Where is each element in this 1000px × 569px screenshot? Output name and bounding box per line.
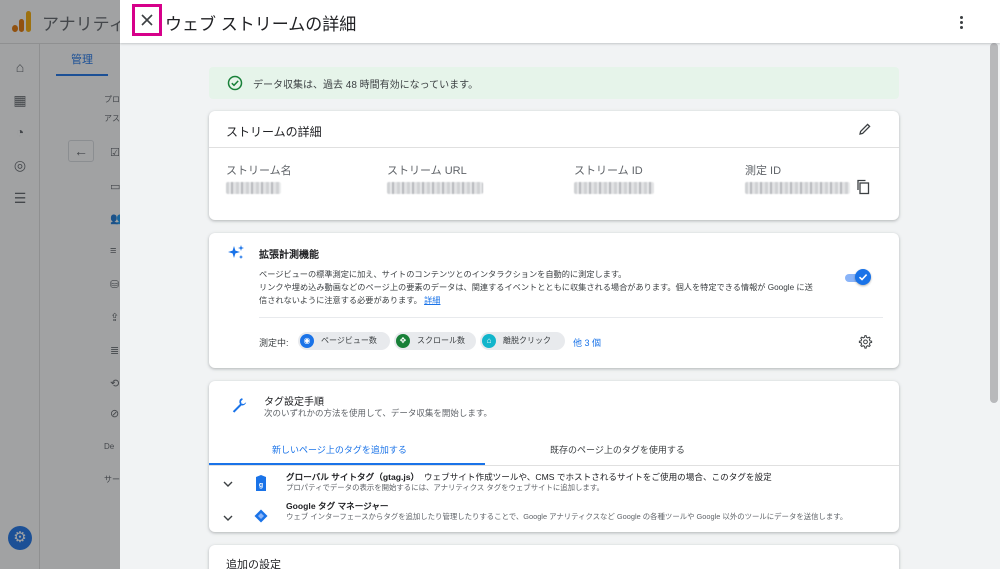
active-tab-indicator — [209, 463, 485, 465]
check-icon — [858, 274, 868, 281]
wrench-icon — [232, 398, 247, 413]
tab-add-new-tag[interactable]: 新しいページ上のタグを追加する — [272, 443, 407, 456]
additional-settings-card: 追加の設定 — [209, 545, 899, 569]
chip-outbound-clicks: ⌂ 離脱クリック — [480, 332, 565, 350]
stream-name-value-redacted — [226, 182, 281, 194]
divider — [209, 147, 899, 148]
scrollbar[interactable] — [990, 43, 998, 403]
option-description: プロパティでデータの表示を開始するには、アナリティクス タグをウェブサイトに追加… — [286, 483, 604, 492]
check-circle-icon — [227, 75, 243, 91]
option-title-bold: Google タグ マネージャー — [286, 501, 389, 511]
stream-url-value-redacted — [387, 182, 483, 194]
eye-icon: ◉ — [300, 334, 314, 348]
crosshair-icon: ✥ — [396, 334, 410, 348]
stream-details-card: ストリームの詳細 ストリーム名 ストリーム URL ストリーム ID 測定 ID — [209, 111, 899, 220]
edit-pencil-icon[interactable] — [858, 122, 872, 136]
banner-text: データ収集は、過去 48 時間有効になっています。 — [253, 80, 479, 91]
measurement-id-value-redacted — [745, 182, 850, 194]
stream-url-label: ストリーム URL — [387, 165, 467, 177]
more-events-link[interactable]: 他 3 個 — [573, 336, 601, 349]
option-google-tag-manager[interactable]: Google タグ マネージャー ウェブ インターフェースからタグを追加したり管… — [209, 499, 899, 529]
chip-label: スクロール数 — [417, 336, 465, 345]
details-link[interactable]: 詳細 — [424, 296, 440, 305]
gtag-icon: g — [256, 475, 266, 491]
svg-text:g: g — [259, 482, 263, 489]
panel-header: ウェブ ストリームの詳細 — [120, 0, 1000, 43]
close-button[interactable] — [132, 4, 162, 36]
option-gtag[interactable]: g グローバル サイトタグ（gtag.js） ウェブサイト作成ツールや、CMS … — [209, 470, 899, 500]
stream-details-title: ストリームの詳細 — [226, 125, 322, 139]
option-title-suffix: ウェブサイト作成ツールや、CMS でホストされるサイトをご使用の場合、このタグを… — [423, 472, 772, 482]
data-collection-banner: データ収集は、過去 48 時間有効になっています。 — [209, 67, 899, 99]
panel-title: ウェブ ストリームの詳細 — [165, 15, 357, 34]
option-description: ウェブ インターフェースからタグを追加したり管理したりすることで、Google … — [286, 512, 848, 521]
tab-use-existing-tag[interactable]: 既存のページ上のタグを使用する — [550, 443, 685, 456]
enhanced-measurement-card: 拡張計測機能 ページビューの標準測定に加え、サイトのコンテンツとのインタラクショ… — [209, 233, 899, 368]
toggle-knob — [855, 269, 871, 285]
measuring-label: 測定中: — [259, 338, 289, 348]
copy-icon[interactable] — [856, 179, 870, 195]
more-options-icon[interactable] — [952, 12, 970, 32]
close-icon — [141, 14, 153, 26]
tag-manager-icon — [254, 509, 268, 523]
divider — [209, 465, 899, 466]
description-line: ページビューの標準測定に加え、サイトのコンテンツとのインタラクションを自動的に測… — [259, 270, 627, 279]
chevron-down-icon[interactable] — [223, 480, 233, 488]
description-line: 信されないように注意する必要があります。 — [259, 296, 422, 305]
sparkle-icon — [228, 245, 244, 259]
description-line-wrap: 信されないように注意する必要があります。 詳細 — [259, 294, 819, 307]
mouse-icon: ⌂ — [482, 334, 496, 348]
chip-scrolls: ✥ スクロール数 — [394, 332, 476, 350]
option-title-bold: グローバル サイトタグ（gtag.js） — [286, 472, 420, 482]
tagging-title: タグ設定手順 — [264, 397, 324, 408]
stream-name-label: ストリーム名 — [226, 165, 292, 177]
gear-icon[interactable] — [858, 334, 873, 349]
modal-backdrop[interactable] — [0, 0, 120, 569]
option-title: グローバル サイトタグ（gtag.js） ウェブサイト作成ツールや、CMS でホ… — [286, 471, 772, 483]
description-line: リンクや埋め込み動画などのページ上の要素のデータは、関連するイベントとともに収集… — [259, 283, 813, 292]
web-stream-details-panel: ウェブ ストリームの詳細 データ収集は、過去 48 時間有効になっています。 ス… — [120, 0, 1000, 569]
stream-id-value-redacted — [574, 182, 654, 194]
chip-label: ページビュー数 — [321, 336, 377, 345]
enhanced-measurement-description: ページビューの標準測定に加え、サイトのコンテンツとのインタラクションを自動的に測… — [259, 268, 819, 307]
chip-page-views: ◉ ページビュー数 — [298, 332, 390, 350]
enhanced-measurement-title: 拡張計測機能 — [259, 250, 319, 261]
enhanced-measurement-toggle[interactable] — [845, 269, 871, 285]
measurement-id-label: 測定 ID — [745, 165, 782, 177]
tagging-instructions-card: タグ設定手順 次のいずれかの方法を使用して、データ収集を開始します。 新しいペー… — [209, 381, 899, 532]
tagging-subtitle: 次のいずれかの方法を使用して、データ収集を開始します。 — [264, 408, 492, 418]
chip-label: 離脱クリック — [503, 336, 551, 345]
additional-settings-title: 追加の設定 — [226, 559, 281, 569]
option-title: Google タグ マネージャー — [286, 500, 389, 512]
stream-id-label: ストリーム ID — [574, 165, 643, 177]
divider — [259, 317, 883, 318]
chevron-down-icon[interactable] — [223, 514, 233, 522]
